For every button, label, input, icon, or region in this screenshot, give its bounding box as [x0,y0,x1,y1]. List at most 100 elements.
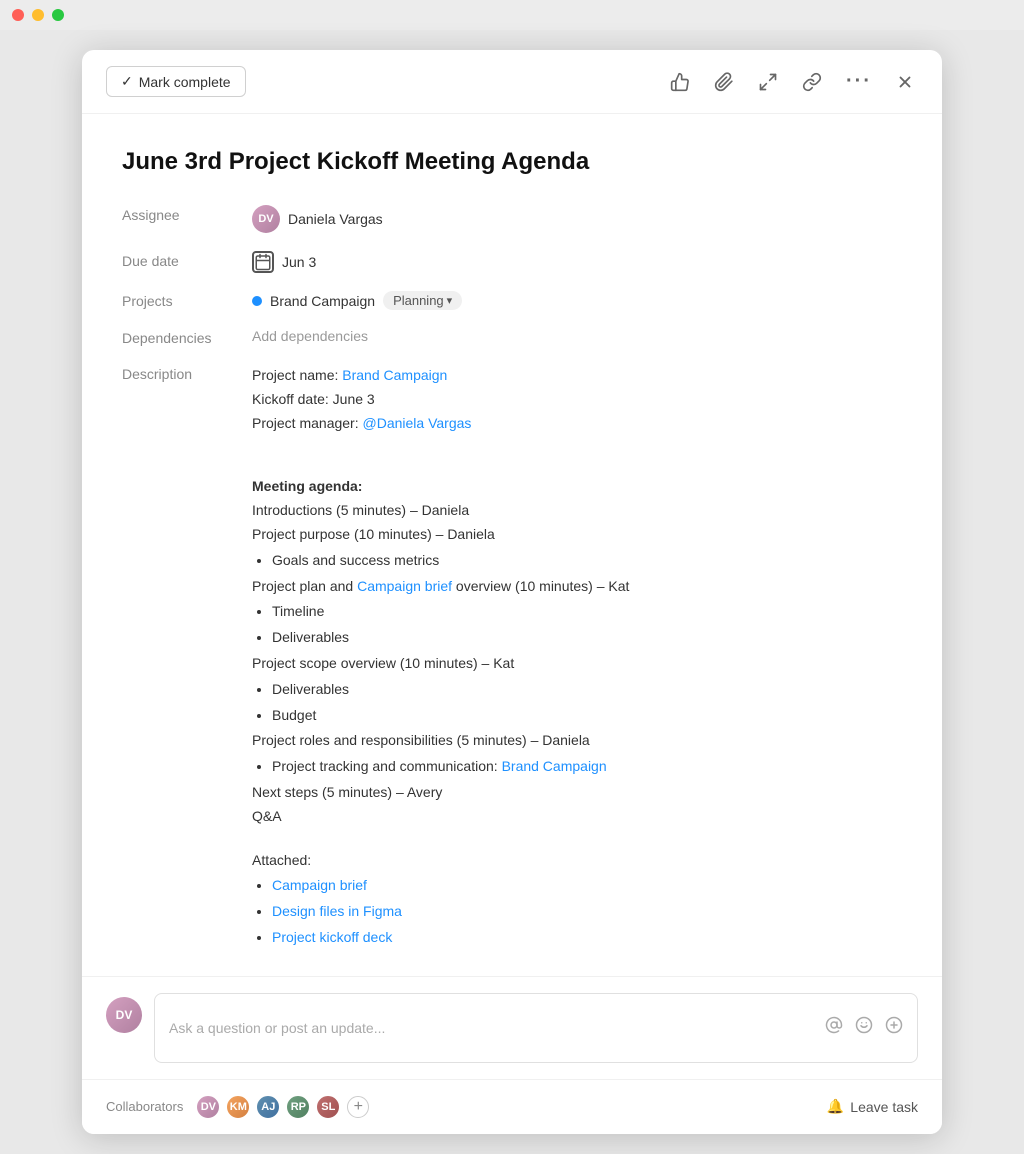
agenda-roles: Project roles and responsibilities (5 mi… [252,729,902,753]
agenda-sub1: Goals and success metrics [252,549,902,573]
titlebar [0,0,1024,30]
project-name[interactable]: Brand Campaign [270,293,375,309]
project-kickoff-deck-link[interactable]: Project kickoff deck [272,929,392,945]
attached-link-1: Campaign brief [272,874,902,898]
header-actions: ··· [666,66,918,97]
attachment-comment-button[interactable] [885,1016,903,1039]
desc-blank [252,452,902,476]
project-dot [252,296,262,306]
share-button[interactable] [754,68,782,96]
agenda-item-2: Project purpose (10 minutes) – Daniela [252,523,902,547]
desc-kickoff-date: Kickoff date: June 3 [252,388,902,412]
mention-button[interactable] [825,1016,843,1039]
campaign-brief-link[interactable]: Campaign brief [357,578,452,594]
projects-value: Brand Campaign Planning ▾ [252,291,462,310]
modal-wrapper: ✓ Mark complete ··· [0,30,1024,1154]
agenda-sub3-item-1: Deliverables [272,678,902,702]
agenda-plan-prefix: Project plan and [252,578,357,594]
assignee-row: Assignee DV Daniela Vargas [122,205,902,233]
collaborators-left: Collaborators DV KM AJ RP SL + [106,1094,369,1120]
agenda-scope: Project scope overview (10 minutes) – Ka… [252,652,902,676]
projects-row: Projects Brand Campaign Planning ▾ [122,291,902,310]
desc-project-name: Project name: Brand Campaign [252,364,902,388]
dependencies-label: Dependencies [122,328,252,346]
checkmark-icon: ✓ [121,73,133,90]
collab-avatar-2[interactable]: KM [225,1094,251,1120]
agenda-sub2-item-2: Deliverables [272,626,902,650]
collab-avatar-5[interactable]: SL [315,1094,341,1120]
add-dependencies-link[interactable]: Add dependencies [252,328,368,344]
attached-links-list: Campaign brief Design files in Figma Pro… [252,874,902,949]
brand-campaign-link[interactable]: Brand Campaign [502,758,607,774]
calendar-icon [252,251,274,273]
project-status-badge[interactable]: Planning ▾ [383,291,462,310]
assignee-label: Assignee [122,205,252,223]
attached-link-3: Project kickoff deck [272,926,902,950]
comment-row: DV Ask a question or post an update... [106,993,918,1063]
agenda-item-1: Introductions (5 minutes) – Daniela [252,499,902,523]
project-status: Planning [393,293,444,308]
agenda-sub2: Timeline Deliverables [252,600,902,650]
collab-avatar-3[interactable]: AJ [255,1094,281,1120]
desc-project-name-label: Project name: [252,367,342,383]
close-button[interactable] [892,69,918,95]
due-date-value[interactable]: Jun 3 [252,251,316,273]
projects-label: Projects [122,291,252,309]
maximize-button[interactable] [52,9,64,21]
collaborators-row: Collaborators DV KM AJ RP SL + 🔔 Leave t… [82,1079,942,1134]
description-content: Project name: Brand Campaign Kickoff dat… [252,364,902,952]
mark-complete-button[interactable]: ✓ Mark complete [106,66,246,97]
due-date-row: Due date Jun 3 [122,251,902,273]
close-button[interactable] [12,9,24,21]
leave-task-button[interactable]: 🔔 Leave task [827,1098,918,1115]
dependencies-row: Dependencies Add dependencies [122,328,902,346]
design-files-link[interactable]: Design files in Figma [272,903,402,919]
collaborators-label: Collaborators [106,1099,183,1114]
agenda-sub4: Project tracking and communication: Bran… [252,755,902,779]
meeting-agenda-heading: Meeting agenda: [252,475,902,499]
comment-avatar: DV [106,997,142,1033]
emoji-button[interactable] [855,1016,873,1039]
agenda-plan: Project plan and Campaign brief overview… [252,575,902,599]
more-button[interactable]: ··· [842,66,876,97]
add-collaborator-button[interactable]: + [347,1096,369,1118]
agenda-qa: Q&A [252,805,902,829]
comment-area: DV Ask a question or post an update... [82,976,942,1079]
assignee-value: DV Daniela Vargas [252,205,383,233]
desc-pm-link[interactable]: @Daniela Vargas [363,415,472,431]
mark-complete-label: Mark complete [139,74,231,90]
agenda-sub2-item-1: Timeline [272,600,902,624]
agenda-sub3: Deliverables Budget [252,678,902,728]
agenda-plan-suffix: overview (10 minutes) – Kat [452,578,629,594]
comment-placeholder: Ask a question or post an update... [169,1020,385,1036]
thumbsup-button[interactable] [666,68,694,96]
assignee-avatar: DV [252,205,280,233]
desc-project-manager: Project manager: @Daniela Vargas [252,412,902,436]
agenda-sub1-item: Goals and success metrics [272,549,902,573]
modal-header: ✓ Mark complete ··· [82,50,942,114]
attached-link-2: Design files in Figma [272,900,902,924]
bell-icon: 🔔 [827,1098,844,1115]
due-date: Jun 3 [282,254,316,270]
task-modal: ✓ Mark complete ··· [82,50,942,1134]
chevron-down-icon: ▾ [447,294,453,307]
assignee-name[interactable]: Daniela Vargas [288,211,383,227]
agenda-next-steps: Next steps (5 minutes) – Avery [252,781,902,805]
collab-avatar-1[interactable]: DV [195,1094,221,1120]
desc-pm-label: Project manager: [252,415,363,431]
collab-avatar-4[interactable]: RP [285,1094,311,1120]
comment-icons [825,1016,903,1039]
due-date-label: Due date [122,251,252,269]
link-button[interactable] [798,68,826,96]
desc-project-name-link[interactable]: Brand Campaign [342,367,447,383]
attached-section: Attached: Campaign brief Design files in… [252,849,902,950]
comment-input-wrapper[interactable]: Ask a question or post an update... [154,993,918,1063]
attachment-button[interactable] [710,68,738,96]
modal-body: June 3rd Project Kickoff Meeting Agenda … [82,114,942,976]
description-section: Description Project name: Brand Campaign… [122,364,902,952]
campaign-brief-attached-link[interactable]: Campaign brief [272,877,367,893]
minimize-button[interactable] [32,9,44,21]
task-title: June 3rd Project Kickoff Meeting Agenda [122,146,902,177]
dependencies-value: Add dependencies [252,328,368,344]
agenda-sub4: Project tracking and communication: Bran… [272,755,902,779]
